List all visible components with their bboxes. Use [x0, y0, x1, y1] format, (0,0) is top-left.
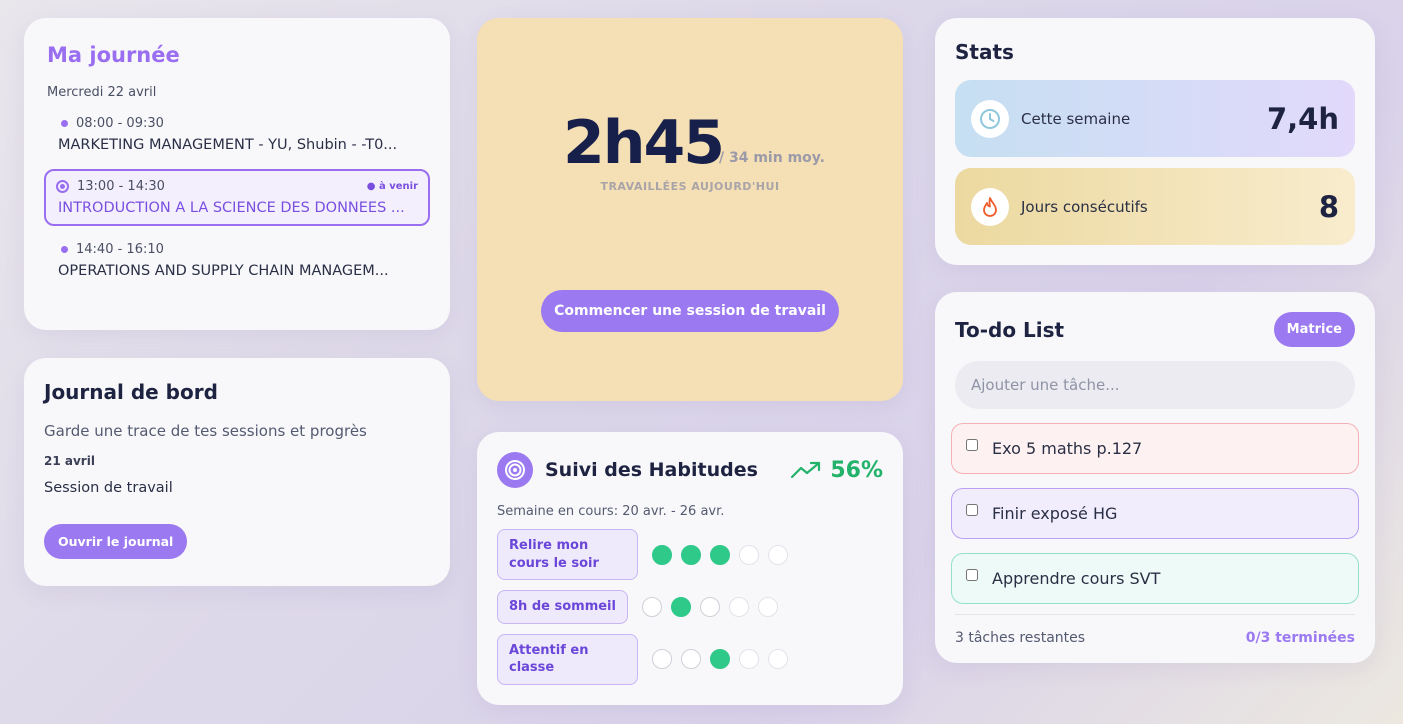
todo-text: Finir exposé HG [992, 504, 1118, 523]
schedule-event[interactable]: 08:00 - 09:30 MARKETING MANAGEMENT - YU,… [44, 106, 430, 163]
habit-label[interactable]: Relire mon cours le soir [497, 529, 638, 581]
schedule-event-current[interactable]: 13:00 - 14:30 ● à venir INTRODUCTION A L… [44, 169, 430, 226]
bullet-icon [61, 246, 68, 253]
todo-item[interactable]: Exo 5 maths p.127 [951, 423, 1359, 474]
habit-day-dot[interactable] [652, 544, 672, 565]
stat-label: Jours consécutifs [1021, 197, 1148, 216]
habit-day-dot[interactable] [757, 596, 778, 617]
stats-card: Stats Cette semaine 7,4h Jours consécuti… [935, 18, 1375, 265]
schedule-event[interactable]: 14:40 - 16:10 OPERATIONS AND SUPPLY CHAI… [44, 232, 430, 289]
event-name: OPERATIONS AND SUPPLY CHAIN MANAGEM... [58, 263, 389, 279]
stat-value: 7,4h [1266, 101, 1339, 136]
event-time: 14:40 - 16:10 [76, 242, 164, 257]
todo-text: Exo 5 maths p.127 [992, 439, 1143, 458]
todo-item[interactable]: Apprendre cours SVT [951, 553, 1359, 604]
habit-day-dot[interactable] [681, 544, 701, 565]
todo-checkbox[interactable] [966, 438, 978, 451]
habit-day-dot[interactable] [768, 649, 788, 670]
time-worked-caption: TRAVAILLÉES AUJOURD'HUI [600, 180, 780, 193]
tasks-remaining: 3 tâches restantes [955, 630, 1086, 646]
habit-day-dot[interactable] [710, 544, 730, 565]
todo-checkbox[interactable] [966, 503, 978, 516]
habit-day-dot[interactable] [739, 649, 759, 670]
habit-row: Attentif en classe [497, 633, 883, 685]
todo-checkbox[interactable] [966, 568, 978, 581]
journal-subtitle: Garde une trace de tes sessions et progr… [44, 422, 367, 440]
weekly-hours-stat: Cette semaine 7,4h [955, 80, 1355, 157]
tasks-completed: 0/3 terminées [1245, 630, 1355, 646]
habit-label[interactable]: 8h de sommeil [497, 590, 628, 624]
todo-text: Apprendre cours SVT [992, 569, 1161, 588]
flame-icon [971, 187, 1009, 226]
journal-entry-date: 21 avril [44, 454, 95, 468]
journal-title: Journal de bord [44, 380, 218, 404]
todo-title: To-do List [955, 317, 1065, 342]
clock-icon [971, 99, 1009, 138]
habit-day-dot[interactable] [728, 596, 749, 617]
matrix-button[interactable]: Matrice [1273, 312, 1355, 347]
habits-card: Suivi des Habitudes 56% Semaine en cours… [477, 432, 903, 705]
habit-day-dot[interactable] [699, 596, 720, 617]
streak-stat: Jours consécutifs 8 [955, 168, 1355, 245]
habit-day-dot[interactable] [652, 649, 672, 670]
stat-value: 8 [1318, 189, 1339, 224]
add-task-input[interactable] [955, 361, 1355, 409]
habit-day-dot[interactable] [641, 596, 662, 617]
event-time: 08:00 - 09:30 [76, 116, 164, 131]
day-date: Mercredi 22 avril [47, 85, 157, 100]
habit-day-dot[interactable] [710, 649, 730, 670]
upcoming-badge: ● à venir [366, 181, 418, 192]
todo-item[interactable]: Finir exposé HG [951, 488, 1359, 539]
habits-title: Suivi des Habitudes [545, 459, 758, 481]
open-journal-button[interactable]: Ouvrir le journal [44, 524, 188, 559]
habit-day-dot[interactable] [739, 544, 759, 565]
habit-row: 8h de sommeil [497, 590, 883, 624]
time-worked-value: 2h45 [563, 108, 725, 178]
bullet-icon [61, 120, 68, 127]
event-time: 13:00 - 14:30 [77, 179, 165, 194]
event-name: MARKETING MANAGEMENT - YU, Shubin - -T0.… [58, 137, 398, 153]
work-timer-card: 2h45 / 34 min moy. TRAVAILLÉES AUJOURD'H… [477, 18, 903, 401]
average-session-text: / 34 min moy. [719, 150, 825, 166]
stat-label: Cette semaine [1021, 109, 1131, 128]
event-name: INTRODUCTION A LA SCIENCE DES DONNEES ..… [58, 200, 405, 216]
habit-day-dot[interactable] [768, 544, 788, 565]
journal-entry-text: Session de travail [44, 480, 173, 496]
journal-card: Journal de bord Garde une trace de tes s… [24, 358, 450, 586]
stats-title: Stats [955, 40, 1014, 64]
target-icon [497, 452, 533, 488]
day-title: Ma journée [47, 43, 180, 67]
start-session-button[interactable]: Commencer une session de travail [541, 290, 839, 332]
radio-target-icon [56, 180, 69, 193]
day-schedule-card: Ma journée Mercredi 22 avril 08:00 - 09:… [24, 18, 450, 330]
habit-day-dot[interactable] [670, 596, 691, 617]
habit-row: Relire mon cours le soir [497, 529, 883, 581]
habit-label[interactable]: Attentif en classe [497, 633, 638, 685]
trending-up-icon [791, 461, 821, 479]
habits-week-range: Semaine en cours: 20 avr. - 26 avr. [497, 504, 725, 519]
habit-day-dot[interactable] [681, 649, 701, 670]
habits-percent: 56% [830, 457, 883, 483]
todo-card: To-do List Matrice Exo 5 maths p.127 Fin… [935, 292, 1375, 663]
